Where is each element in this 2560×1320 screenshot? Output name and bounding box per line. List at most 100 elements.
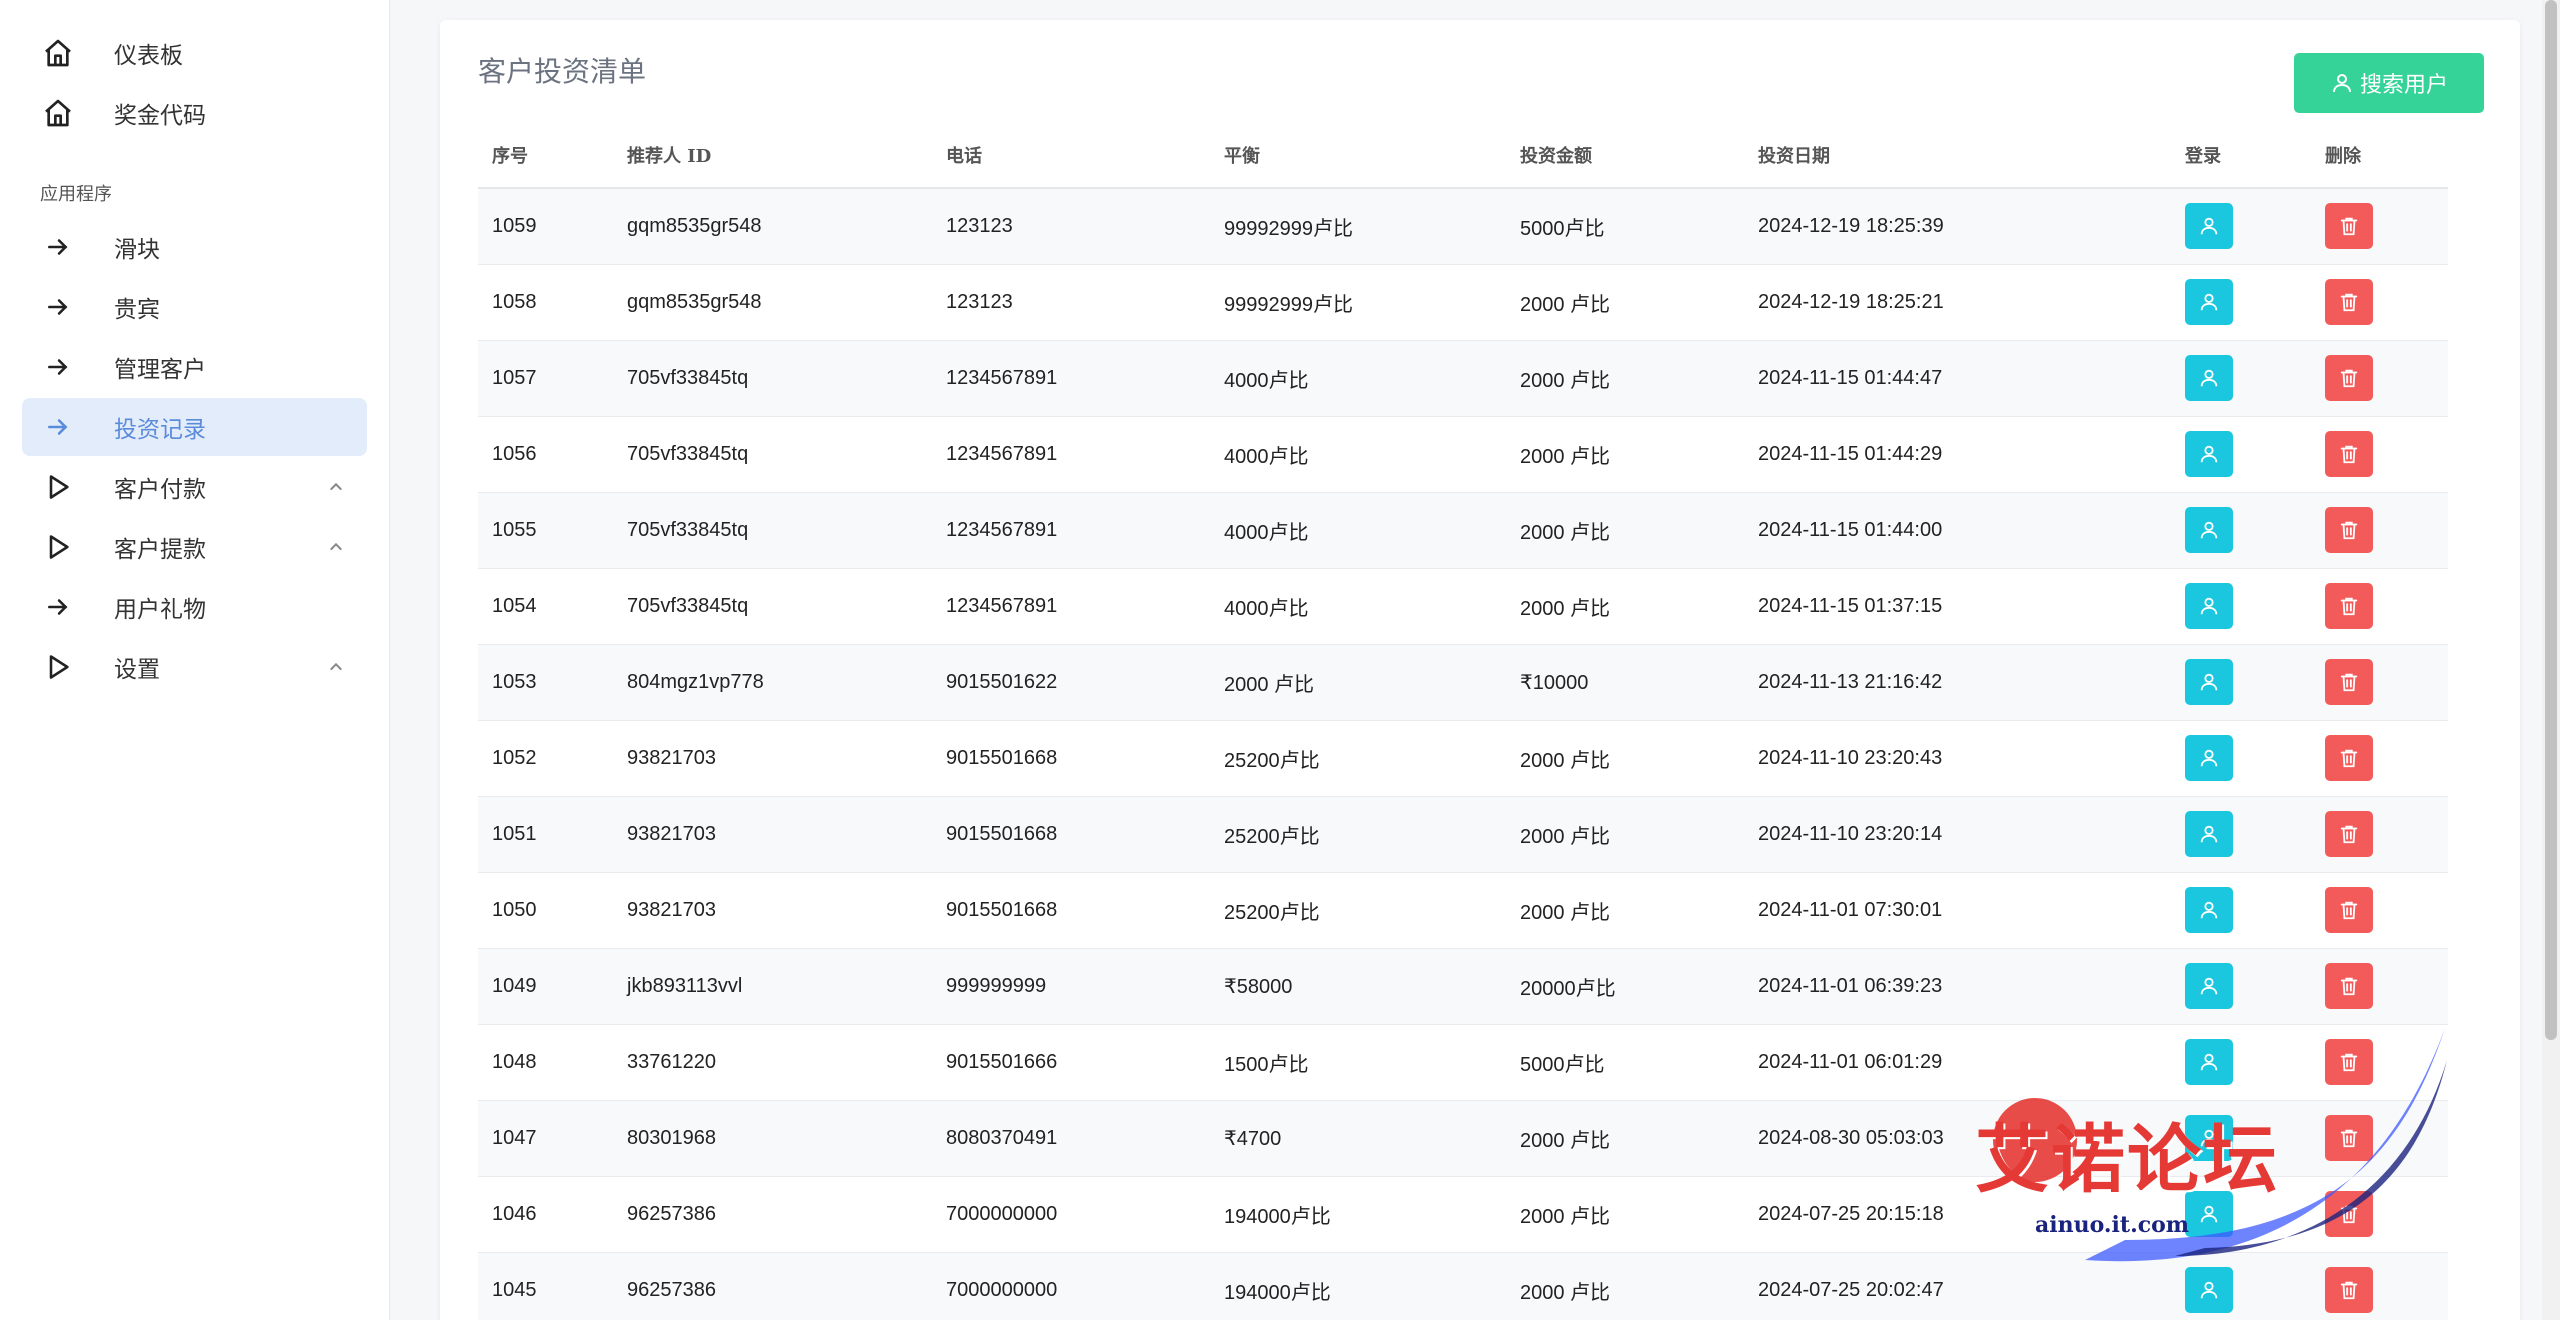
- delete-record-button[interactable]: [2325, 507, 2373, 553]
- chevron-up-icon[interactable]: [323, 654, 349, 680]
- home-icon: [40, 95, 76, 131]
- login-as-user-button[interactable]: [2185, 735, 2233, 781]
- delete-record-button[interactable]: [2325, 355, 2373, 401]
- table-row: 1052 93821703 9015501668 25200卢比 2000 卢比 2024…: [478, 720, 2448, 796]
- cell-id: 1049: [492, 974, 537, 997]
- trash-icon: [2338, 519, 2360, 541]
- table-row: 1045 96257386 7000000000 194000卢比 2000 卢比 202…: [478, 1252, 2448, 1320]
- login-as-user-button[interactable]: [2185, 1039, 2233, 1085]
- cell-amount: 2000 卢比: [1520, 293, 1611, 316]
- cell-id: 1055: [492, 518, 537, 541]
- chevron-up-icon[interactable]: [323, 534, 349, 560]
- cell-login: [2171, 872, 2311, 948]
- sidebar-item-manage-customers[interactable]: 管理客户: [22, 338, 367, 396]
- sidebar-item-customer-withdrawals[interactable]: 客户提款: [22, 518, 367, 576]
- column-header-id: 序号: [478, 122, 613, 189]
- trash-icon: [2338, 823, 2360, 845]
- delete-record-button[interactable]: [2325, 811, 2373, 857]
- table-row: 1056 705vf33845tq 1234567891 4000卢比 2000 卢比 2…: [478, 416, 2448, 492]
- login-as-user-button[interactable]: [2185, 1191, 2233, 1237]
- cell-amount: 2000 卢比: [1520, 1205, 1611, 1228]
- cell-delete: [2311, 1100, 2448, 1176]
- investment-list-card: 客户投资清单 搜索用户 序号 推荐人 ID 电话 平衡 投资金额 投资日期 登录…: [440, 20, 2520, 1320]
- login-as-user-button[interactable]: [2185, 1267, 2233, 1313]
- cell-delete: [2311, 1024, 2448, 1100]
- login-as-user-button[interactable]: [2185, 1115, 2233, 1161]
- user-icon: [2198, 1279, 2220, 1301]
- delete-record-button[interactable]: [2325, 1039, 2373, 1085]
- login-as-user-button[interactable]: [2185, 431, 2233, 477]
- sidebar-item-label: 设置: [114, 656, 160, 682]
- user-icon: [2198, 215, 2220, 237]
- sidebar-item-bonus-code[interactable]: 奖金代码: [22, 84, 367, 142]
- trash-icon: [2338, 443, 2360, 465]
- cell-id: 1050: [492, 898, 537, 921]
- trash-icon: [2338, 747, 2360, 769]
- login-as-user-button[interactable]: [2185, 355, 2233, 401]
- play-icon: [40, 469, 76, 505]
- login-as-user-button[interactable]: [2185, 583, 2233, 629]
- cell-amount: 2000 卢比: [1520, 749, 1611, 772]
- sidebar-item-user-gifts[interactable]: 用户礼物: [22, 578, 367, 636]
- cell-date: 2024-11-01 06:01:29: [1758, 1050, 1943, 1073]
- page-scrollbar[interactable]: [2542, 0, 2560, 1320]
- cell-referrer-id: 33761220: [627, 1050, 716, 1073]
- cell-login: [2171, 188, 2311, 264]
- sidebar-item-label: 奖金代码: [114, 102, 206, 128]
- login-as-user-button[interactable]: [2185, 203, 2233, 250]
- login-as-user-button[interactable]: [2185, 887, 2233, 933]
- delete-record-button[interactable]: [2325, 659, 2373, 705]
- sidebar-item-investment-records[interactable]: 投资记录: [22, 398, 367, 456]
- sidebar-item-slider[interactable]: 滑块: [22, 218, 367, 276]
- sidebar-item-dashboard[interactable]: 仪表板: [22, 24, 367, 82]
- column-header-referrer-id: 推荐人 ID: [613, 122, 932, 189]
- login-as-user-button[interactable]: [2185, 963, 2233, 1009]
- table-row: 1059 gqm8535gr548 123123 99992999卢比 5000卢比 20…: [478, 188, 2448, 264]
- table-row: 1057 705vf33845tq 1234567891 4000卢比 2000 卢比 2…: [478, 340, 2448, 416]
- trash-icon: [2338, 1127, 2360, 1149]
- table-header-row: 序号 推荐人 ID 电话 平衡 投资金额 投资日期 登录 删除: [478, 122, 2448, 189]
- sidebar-item-vip[interactable]: 贵宾: [22, 278, 367, 336]
- delete-record-button[interactable]: [2325, 431, 2373, 477]
- delete-record-button[interactable]: [2325, 203, 2373, 250]
- login-as-user-button[interactable]: [2185, 279, 2233, 325]
- table-row: 1050 93821703 9015501668 25200卢比 2000 卢比 2024…: [478, 872, 2448, 948]
- delete-record-button[interactable]: [2325, 279, 2373, 325]
- delete-record-button[interactable]: [2325, 1115, 2373, 1161]
- user-icon: [2198, 519, 2220, 541]
- login-as-user-button[interactable]: [2185, 507, 2233, 553]
- delete-record-button[interactable]: [2325, 1191, 2373, 1237]
- cell-date: 2024-11-15 01:44:47: [1758, 366, 1943, 389]
- cell-date: 2024-08-30 05:03:03: [1758, 1126, 1944, 1149]
- delete-record-button[interactable]: [2325, 887, 2373, 933]
- scrollbar-thumb[interactable]: [2545, 0, 2557, 1040]
- table-row: 1049 jkb893113vvl 999999999 ₹58000 20000卢比 20…: [478, 948, 2448, 1024]
- delete-record-button[interactable]: [2325, 735, 2373, 781]
- chevron-up-icon[interactable]: [323, 474, 349, 500]
- cell-balance: 25200卢比: [1224, 901, 1320, 924]
- cell-delete: [2311, 720, 2448, 796]
- cell-date: 2024-11-10 23:20:43: [1758, 746, 1943, 769]
- sidebar-item-customer-payments[interactable]: 客户付款: [22, 458, 367, 516]
- table-row: 1046 96257386 7000000000 194000卢比 2000 卢比 202…: [478, 1176, 2448, 1252]
- cell-balance: 2000 卢比: [1224, 673, 1315, 696]
- cell-delete: [2311, 416, 2448, 492]
- sidebar-item-settings[interactable]: 设置: [22, 638, 367, 696]
- delete-record-button[interactable]: [2325, 963, 2373, 1009]
- cell-date: 2024-12-19 18:25:21: [1758, 290, 1944, 313]
- delete-record-button[interactable]: [2325, 1267, 2373, 1313]
- login-as-user-button[interactable]: [2185, 811, 2233, 857]
- sidebar-item-label: 用户礼物: [114, 596, 206, 622]
- cell-balance: ₹58000: [1224, 975, 1293, 998]
- cell-referrer-id: 96257386: [627, 1278, 716, 1301]
- login-as-user-button[interactable]: [2185, 659, 2233, 705]
- cell-amount: 2000 卢比: [1520, 597, 1611, 620]
- sidebar-item-label: 仪表板: [114, 42, 183, 68]
- delete-record-button[interactable]: [2325, 583, 2373, 629]
- search-user-button[interactable]: 搜索用户: [2294, 53, 2484, 113]
- cell-id: 1045: [492, 1278, 537, 1301]
- table-row: 1051 93821703 9015501668 25200卢比 2000 卢比 2024…: [478, 796, 2448, 872]
- cell-balance: 25200卢比: [1224, 825, 1320, 848]
- cell-phone: 9015501668: [946, 898, 1058, 921]
- column-header-amount: 投资金额: [1506, 122, 1744, 189]
